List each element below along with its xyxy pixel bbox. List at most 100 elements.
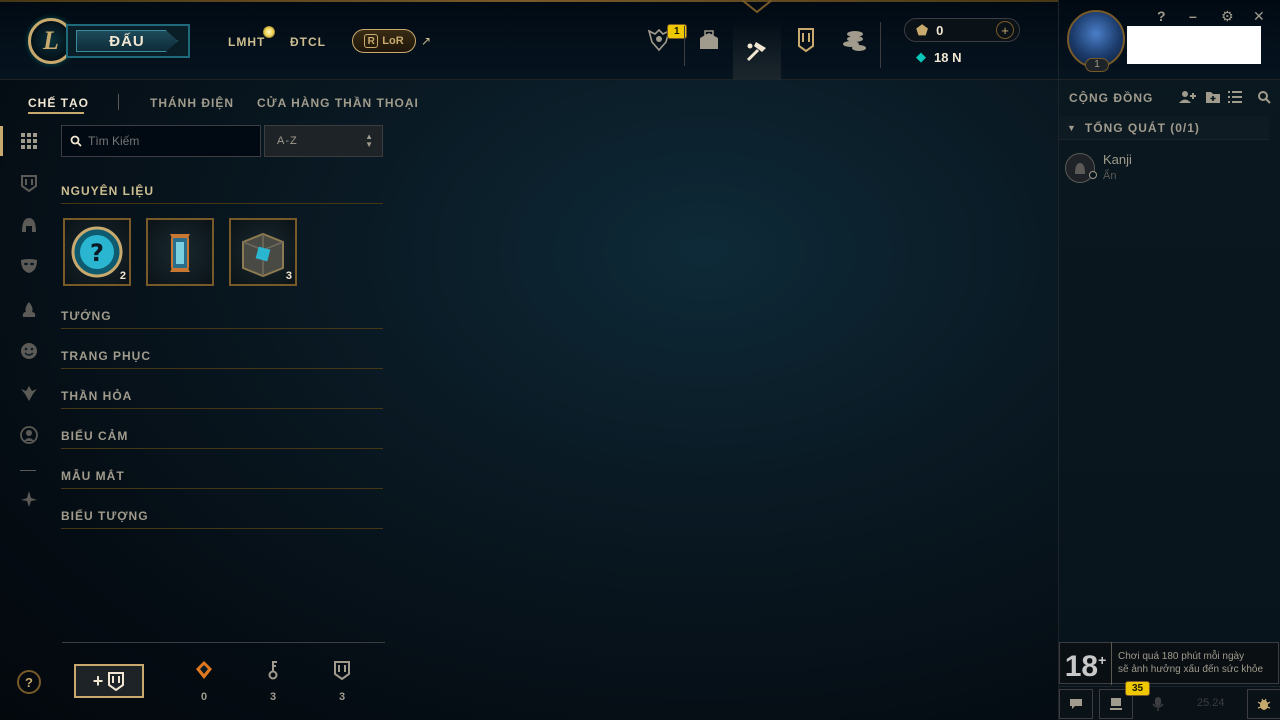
- missions-icon[interactable]: 1: [643, 22, 687, 58]
- blue-essence-value: 0: [936, 23, 944, 38]
- tab-active-underline: [28, 112, 84, 114]
- orange-essence-icon: [196, 661, 212, 679]
- add-friend-icon[interactable]: [1179, 90, 1197, 107]
- category-icons[interactable]: BIỂU TƯỢNG: [61, 509, 383, 529]
- blue-essence-row: ⬟ 0: [916, 22, 943, 39]
- loot-tile-hextech-chest[interactable]: 3: [229, 218, 297, 286]
- svg-text:?: ?: [90, 239, 104, 267]
- category-skins[interactable]: TRANG PHỤC: [61, 349, 383, 369]
- microphone-icon[interactable]: [1141, 689, 1175, 719]
- key-count: 3: [269, 691, 277, 703]
- category-wards[interactable]: THẦN HỎA: [61, 389, 383, 409]
- champion-helmet-icon[interactable]: [18, 214, 40, 236]
- chest-filter-icon[interactable]: [18, 172, 40, 194]
- play-button-label: ĐẤU: [76, 30, 178, 52]
- tab-sanctum[interactable]: THÁNH ĐIỆN: [150, 96, 234, 110]
- notification-dot-icon: [263, 26, 275, 38]
- profile-header: 1 ? – ⚙ ✕: [1059, 0, 1280, 80]
- social-panel: 1 ? – ⚙ ✕ CỘNG ĐỒNG ▼ TỔNG QUÁT (0/1) Ka…: [1058, 0, 1280, 720]
- category-champions[interactable]: TƯỚNG: [61, 309, 383, 329]
- center-notch: [741, 0, 773, 14]
- sort-updown-icon: ▲ ▼: [365, 132, 374, 149]
- settings-gear-icon[interactable]: ⚙: [1221, 8, 1234, 25]
- close-icon[interactable]: ✕: [1253, 8, 1265, 25]
- loot-tile-mystery-orb[interactable]: ? 2: [63, 218, 131, 286]
- chevron-down-icon: ▼: [1067, 122, 1077, 133]
- emote-face-icon[interactable]: [18, 340, 40, 362]
- age-warning-banner: 18+ Chơi quá 180 phút mỗi ngày sẽ ảnh hư…: [1059, 641, 1279, 685]
- resource-key: 3: [258, 660, 288, 703]
- plus-icon: +: [92, 670, 104, 691]
- lor-r-icon: R: [364, 34, 379, 48]
- category-emotes[interactable]: BIỂU CẢM: [61, 429, 383, 449]
- sort-value: A-Z: [277, 135, 298, 147]
- collection-bag-icon[interactable]: [693, 22, 725, 58]
- subnav-separator: [118, 94, 119, 110]
- loot-tile-lantern-capsule[interactable]: [146, 218, 214, 286]
- sidebar-separator: [20, 470, 36, 471]
- friend-name[interactable]: Kanji: [1103, 152, 1132, 167]
- minimize-icon[interactable]: –: [1189, 8, 1197, 24]
- footer-divider: [62, 642, 385, 643]
- summoner-icon-filter-icon[interactable]: [18, 424, 40, 446]
- category-materials[interactable]: NGUYÊN LIỆU: [61, 184, 383, 204]
- chest-icon: [108, 672, 125, 691]
- friend-status-dot: [1089, 171, 1097, 179]
- chest-count: 3: [338, 691, 346, 703]
- social-header: CỘNG ĐỒNG: [1069, 91, 1154, 105]
- chest-resource-icon: [334, 661, 350, 681]
- top-divider: [684, 26, 685, 66]
- age-warning-text: Chơi quá 180 phút mỗi ngày sẽ ảnh hưởng …: [1118, 651, 1264, 675]
- group-label: TỔNG QUÁT (0/1): [1084, 120, 1200, 135]
- tft-filter-icon[interactable]: [18, 488, 40, 510]
- level-badge: 1: [1085, 58, 1109, 72]
- add-folder-icon[interactable]: [1205, 90, 1221, 107]
- orange-essence-row: ◆ 18 N: [916, 49, 961, 65]
- nav-link-lmht[interactable]: LMHT: [228, 35, 265, 49]
- sort-dropdown[interactable]: A-Z ▲ ▼: [264, 125, 383, 157]
- chat-icon[interactable]: [1059, 689, 1093, 719]
- friend-status: Ẩn: [1103, 170, 1117, 182]
- category-eye-colors[interactable]: MẪU MẮT: [61, 469, 383, 489]
- store-coins-icon[interactable]: [839, 22, 871, 58]
- blue-essence-icon: ⬟: [916, 22, 929, 38]
- key-icon: [268, 661, 278, 680]
- lor-label: LoR: [382, 35, 404, 47]
- orange-essence-value: 18 N: [934, 49, 962, 65]
- add-currency-button[interactable]: +: [996, 21, 1014, 39]
- help-icon[interactable]: ?: [1157, 8, 1166, 24]
- all-items-grid-icon[interactable]: [18, 130, 40, 152]
- top-divider-2: [880, 22, 881, 68]
- lor-button[interactable]: R LoR: [352, 29, 416, 53]
- crafting-hammer-icon[interactable]: [733, 22, 781, 80]
- orange-essence-icon: ◆: [916, 49, 926, 64]
- nav-link-dtcl[interactable]: ĐTCL: [290, 35, 326, 49]
- ward-flame-icon[interactable]: [18, 299, 40, 321]
- sidebar-active-indicator: [0, 126, 3, 156]
- search-icon[interactable]: [1257, 90, 1271, 107]
- list-view-icon[interactable]: [1227, 90, 1243, 107]
- search-field[interactable]: [61, 125, 261, 157]
- craft-chest-button[interactable]: +: [74, 664, 144, 698]
- lantern-capsule-icon: [170, 234, 190, 272]
- loot-count: 2: [119, 270, 126, 282]
- external-link-icon: ↗: [421, 34, 432, 48]
- search-input[interactable]: [88, 134, 248, 148]
- resource-chest: 3: [327, 660, 357, 703]
- tab-mythic-shop[interactable]: CỬA HÀNG THẦN THOẠI: [257, 96, 419, 110]
- play-button[interactable]: ĐẤU: [66, 24, 190, 58]
- friend-group-general[interactable]: ▼ TỔNG QUÁT (0/1): [1059, 116, 1269, 140]
- orange-essence-count: 0: [200, 691, 208, 703]
- search-field-icon: [70, 135, 82, 147]
- skin-mask-icon[interactable]: [18, 255, 40, 277]
- resource-orange-essence: 0: [189, 660, 219, 703]
- top-navigation-bar: L ĐẤU LMHT ĐTCL R LoR ↗ 1 ⬟ 0 + ◆ 18 N: [0, 0, 1058, 80]
- eye-ward-skin-icon[interactable]: [18, 382, 40, 404]
- help-button[interactable]: ?: [17, 670, 41, 694]
- age-rating: 18+: [1060, 641, 1112, 685]
- bug-report-icon[interactable]: [1247, 689, 1280, 719]
- shop-card-icon[interactable]: [790, 22, 822, 58]
- tab-crafting[interactable]: CHẾ TẠO: [28, 96, 89, 110]
- loot-count: 3: [285, 270, 292, 282]
- client-version: 25.24: [1197, 697, 1225, 709]
